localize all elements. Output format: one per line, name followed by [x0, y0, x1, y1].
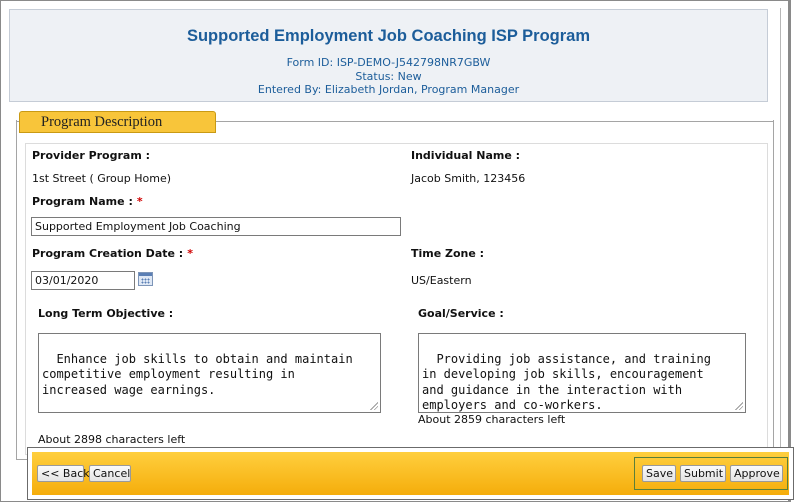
- creation-date-label: Program Creation Date : *: [32, 247, 193, 260]
- approve-button[interactable]: Approve: [730, 465, 783, 482]
- form-id: Form ID: ISP-DEMO-J542798NR7GBW: [286, 56, 491, 69]
- long-term-objective-text: Enhance job skills to obtain and maintai…: [42, 351, 353, 397]
- time-zone-label: Time Zone :: [411, 247, 485, 260]
- resize-grip-icon[interactable]: [735, 402, 743, 410]
- time-zone-value: US/Eastern: [411, 274, 472, 287]
- long-term-objective-textarea[interactable]: Enhance job skills to obtain and maintai…: [38, 333, 381, 413]
- calendar-icon[interactable]: [138, 272, 153, 286]
- creation-date-label-text: Program Creation Date :: [32, 247, 184, 260]
- form-header: Supported Employment Job Coaching ISP Pr…: [9, 9, 768, 102]
- goal-service-counter: About 2859 characters left: [418, 413, 566, 426]
- program-name-input[interactable]: Supported Employment Job Coaching: [31, 217, 401, 236]
- creation-date-input[interactable]: 03/01/2020: [31, 271, 135, 290]
- form-status: Status: New: [355, 70, 422, 83]
- goal-service-label: Goal/Service :: [418, 307, 504, 320]
- page-title: Supported Employment Job Coaching ISP Pr…: [186, 27, 591, 45]
- entered-by: Entered By: Elizabeth Jordan, Program Ma…: [257, 83, 520, 96]
- provider-program-label: Provider Program :: [32, 149, 151, 162]
- provider-program-value: 1st Street ( Group Home): [32, 172, 172, 185]
- back-button[interactable]: << Back: [37, 465, 90, 482]
- required-marker: *: [136, 195, 143, 208]
- section-legend: Program Description: [19, 111, 216, 133]
- program-name-label-text: Program Name :: [32, 195, 133, 208]
- resize-grip-icon[interactable]: [370, 402, 378, 410]
- scroll-divider: [780, 8, 781, 448]
- goal-service-text: Providing job assistance, and training i…: [422, 351, 711, 413]
- goal-service-textarea[interactable]: Providing job assistance, and training i…: [418, 333, 746, 413]
- save-button[interactable]: Save: [642, 465, 676, 482]
- program-name-label: Program Name : *: [32, 195, 143, 208]
- long-term-objective-counter: About 2898 characters left: [38, 433, 186, 446]
- individual-name-label: Individual Name :: [411, 149, 521, 162]
- cancel-button[interactable]: Cancel: [89, 465, 131, 482]
- individual-name-value: Jacob Smith, 123456: [411, 172, 526, 185]
- required-marker: *: [187, 247, 193, 260]
- long-term-objective-label: Long Term Objective :: [38, 307, 174, 320]
- submit-button[interactable]: Submit: [680, 465, 726, 482]
